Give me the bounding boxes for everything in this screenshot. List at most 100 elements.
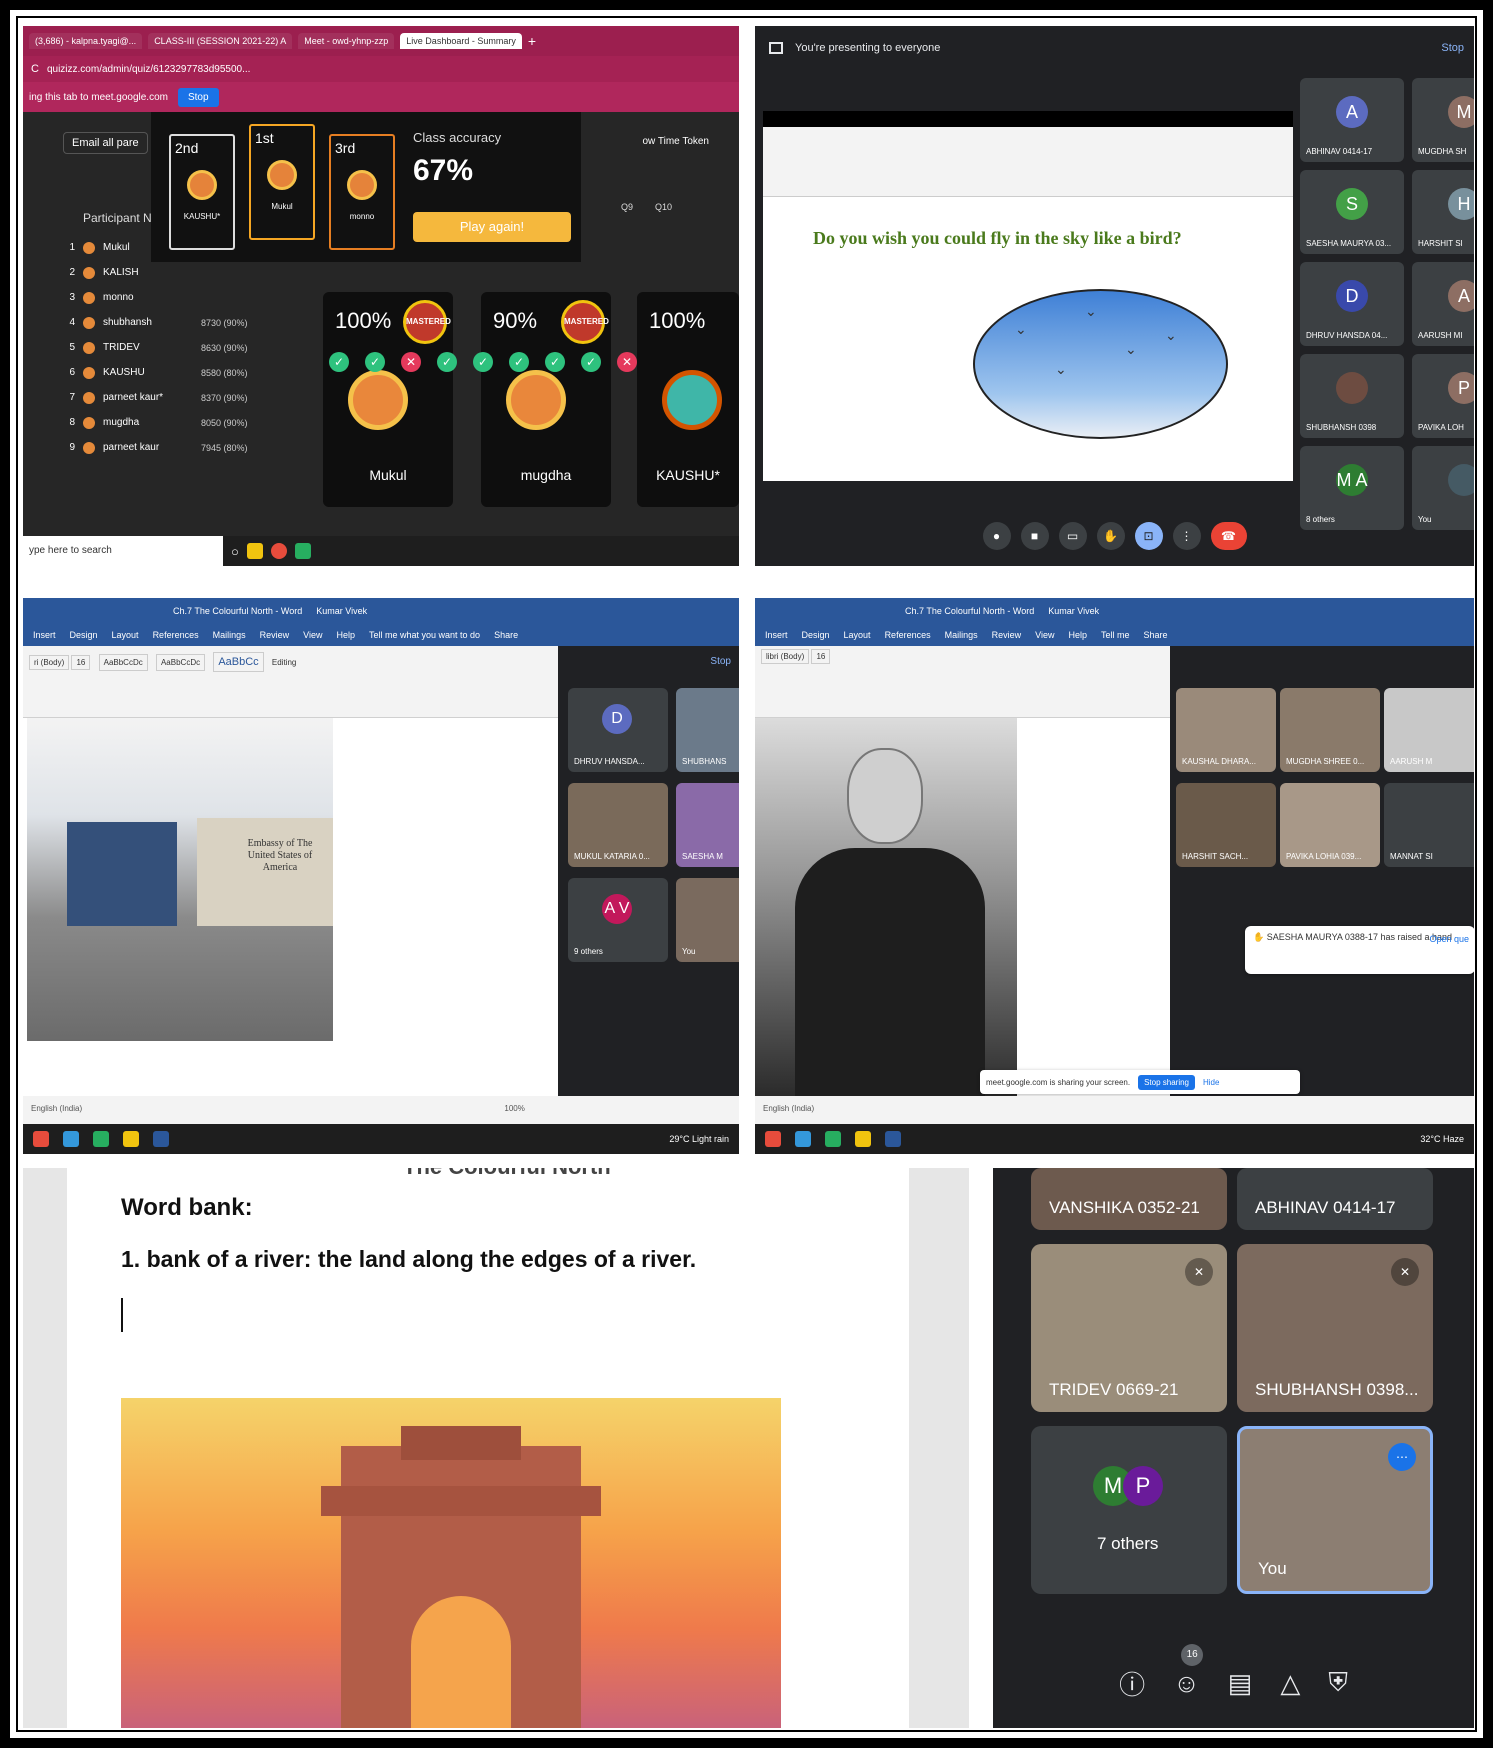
style-heading[interactable]: AaBbCc	[213, 652, 264, 672]
font-select[interactable]: ri (Body)	[29, 655, 70, 670]
menu-item[interactable]: Mailings	[213, 630, 246, 640]
more-options-icon[interactable]: ⋯	[1388, 1443, 1416, 1471]
menu-item[interactable]: Design	[70, 630, 98, 640]
host-controls-icon[interactable]: ⛨	[1328, 1667, 1348, 1699]
browser-tab[interactable]: (3,686) - kalpna.tyagi@...	[29, 33, 143, 49]
file-explorer-icon[interactable]	[123, 1131, 139, 1147]
participant-tile[interactable]: ✕ TRIDEV 0669-21	[1031, 1244, 1227, 1412]
reload-icon[interactable]: C	[31, 63, 39, 75]
participant-tile[interactable]: KAUSHAL DHARA...	[1176, 688, 1276, 772]
stop-presenting-button[interactable]: Stop	[1441, 42, 1464, 54]
participant-tile[interactable]: MUKUL KATARIA 0...	[568, 783, 668, 867]
participant-tile[interactable]: S SAESHA MAURYA 03...	[1300, 170, 1404, 254]
activities-icon[interactable]: △	[1280, 1668, 1300, 1699]
participant-tile[interactable]: A ABHINAV 0414-17	[1300, 78, 1404, 162]
menu-item[interactable]: Tell me	[1101, 630, 1130, 640]
menu-item[interactable]: Help	[336, 630, 355, 640]
menu-item[interactable]: Design	[802, 630, 830, 640]
zoom-level[interactable]: 100%	[504, 1104, 524, 1113]
taskbar-search[interactable]: ype here to search	[23, 536, 223, 566]
participant-tile[interactable]: ✕ SHUBHANSH 0398...	[1237, 1244, 1433, 1412]
word-icon[interactable]	[153, 1131, 169, 1147]
hide-button[interactable]: Hide	[1203, 1078, 1219, 1087]
participant-tile[interactable]: MUGDHA SHREE 0...	[1280, 688, 1380, 772]
participant-tile[interactable]: You	[676, 878, 739, 962]
file-explorer-icon[interactable]	[246, 543, 263, 559]
info-icon[interactable]: ⓘ	[1119, 1665, 1145, 1702]
menu-item[interactable]: View	[1035, 630, 1054, 640]
participant-tile[interactable]: MANNAT SI	[1384, 783, 1474, 867]
language-indicator[interactable]: English (India)	[763, 1104, 814, 1113]
app-icon[interactable]	[63, 1131, 79, 1147]
participant-tile[interactable]: A AARUSH MI	[1412, 262, 1474, 346]
browser-tab-active[interactable]: Live Dashboard - Summary	[400, 33, 522, 49]
menu-item[interactable]: References	[153, 630, 199, 640]
participant-tile[interactable]: ABHINAV 0414-17	[1237, 1168, 1433, 1230]
self-tile[interactable]: ⋯ You	[1237, 1426, 1433, 1594]
participant-tile[interactable]: SAESHA M	[676, 783, 739, 867]
participant-tile[interactable]: P PAVIKA LOH	[1412, 354, 1474, 438]
others-tile[interactable]: M P 7 others	[1031, 1426, 1227, 1594]
participant-row[interactable]: 5 TRIDEV 8630 (90%)	[63, 335, 303, 360]
participant-row[interactable]: 4 shubhansh 8730 (90%)	[63, 310, 303, 335]
app-icon[interactable]	[825, 1131, 841, 1147]
stop-presenting-button[interactable]: Stop	[710, 656, 731, 667]
people-icon[interactable]: ☺ 16	[1173, 1643, 1204, 1699]
more-options-icon[interactable]: ⋮	[1172, 522, 1201, 550]
style-no-spacing[interactable]: AaBbCcDc	[155, 654, 206, 671]
menu-item[interactable]: Insert	[33, 630, 56, 640]
participant-row[interactable]: 8 mugdha 8050 (90%)	[63, 410, 303, 435]
font-size-select[interactable]: 16	[811, 649, 831, 664]
weather-indicator[interactable]: 29°C Light rain	[669, 1134, 739, 1144]
email-parents-button[interactable]: Email all pare	[63, 132, 148, 154]
menu-item[interactable]: Tell me what you want to do	[369, 630, 480, 640]
mic-icon[interactable]: ●	[982, 522, 1011, 550]
time-token-toggle[interactable]: ow Time Token	[642, 136, 709, 147]
editing-group[interactable]: Editing	[272, 658, 296, 667]
stop-sharing-button[interactable]: Stop	[177, 87, 219, 107]
menu-item[interactable]: View	[303, 630, 322, 640]
participant-tile[interactable]: SHUBHANS	[676, 688, 739, 772]
participant-tile[interactable]: D DHRUV HANSDA 04...	[1300, 262, 1404, 346]
menu-item[interactable]: Help	[1068, 630, 1087, 640]
participant-tile[interactable]: SHUBHANSH 0398	[1300, 354, 1404, 438]
browser-tab[interactable]: CLASS-III (SESSION 2021-22) A	[148, 33, 293, 49]
present-icon[interactable]: ⊡	[1134, 522, 1163, 550]
participant-tile[interactable]: PAVIKA LOHIA 039...	[1280, 783, 1380, 867]
participant-tile[interactable]: D DHRUV HANSDA...	[568, 688, 668, 772]
captions-icon[interactable]: ▭	[1058, 522, 1087, 550]
raise-hand-icon[interactable]: ✋	[1096, 522, 1125, 550]
cortana-icon[interactable]: ○	[231, 544, 239, 559]
acrobat-icon[interactable]	[765, 1131, 781, 1147]
menu-item[interactable]: Share	[494, 630, 518, 640]
participant-tile[interactable]: HARSHIT SACH...	[1176, 783, 1276, 867]
menu-item[interactable]: Mailings	[945, 630, 978, 640]
menu-item[interactable]: Review	[260, 630, 290, 640]
chat-icon[interactable]: ▤	[1228, 1668, 1253, 1699]
stop-sharing-button[interactable]: Stop sharing	[1138, 1074, 1195, 1090]
participant-row[interactable]: 6 KAUSHU 8580 (80%)	[63, 360, 303, 385]
document-page[interactable]: Embassy of The United States of America	[23, 718, 558, 1096]
camera-icon[interactable]: ■	[1020, 522, 1049, 550]
participant-tile[interactable]: AARUSH M	[1384, 688, 1474, 772]
language-indicator[interactable]: English (India)	[31, 1104, 82, 1113]
menu-item[interactable]: References	[885, 630, 931, 640]
menu-item[interactable]: Review	[992, 630, 1022, 640]
menu-item[interactable]: Layout	[112, 630, 139, 640]
play-again-button[interactable]: Play again!	[413, 212, 571, 242]
participant-row[interactable]: 9 parneet kaur 7945 (80%)	[63, 435, 303, 460]
font-select[interactable]: libri (Body)	[761, 649, 810, 664]
menu-item[interactable]: Share	[1144, 630, 1168, 640]
menu-item[interactable]: Layout	[844, 630, 871, 640]
participant-row[interactable]: 2 KALISH	[63, 260, 303, 285]
app-icon[interactable]	[93, 1131, 109, 1147]
address-bar[interactable]: C quizizz.com/admin/quiz/6123297783d9550…	[23, 56, 739, 82]
app-icon[interactable]	[294, 543, 311, 559]
student-card[interactable]: 100% MASTERED Mukul	[323, 292, 453, 507]
menu-item[interactable]: Insert	[765, 630, 788, 640]
file-explorer-icon[interactable]	[855, 1131, 871, 1147]
participant-tile[interactable]: M MUGDHA SH	[1412, 78, 1474, 162]
student-card[interactable]: 90% MASTERED mugdha	[481, 292, 611, 507]
participant-row[interactable]: 7 parneet kaur* 8370 (90%)	[63, 385, 303, 410]
participant-tile[interactable]: A V 9 others	[568, 878, 668, 962]
